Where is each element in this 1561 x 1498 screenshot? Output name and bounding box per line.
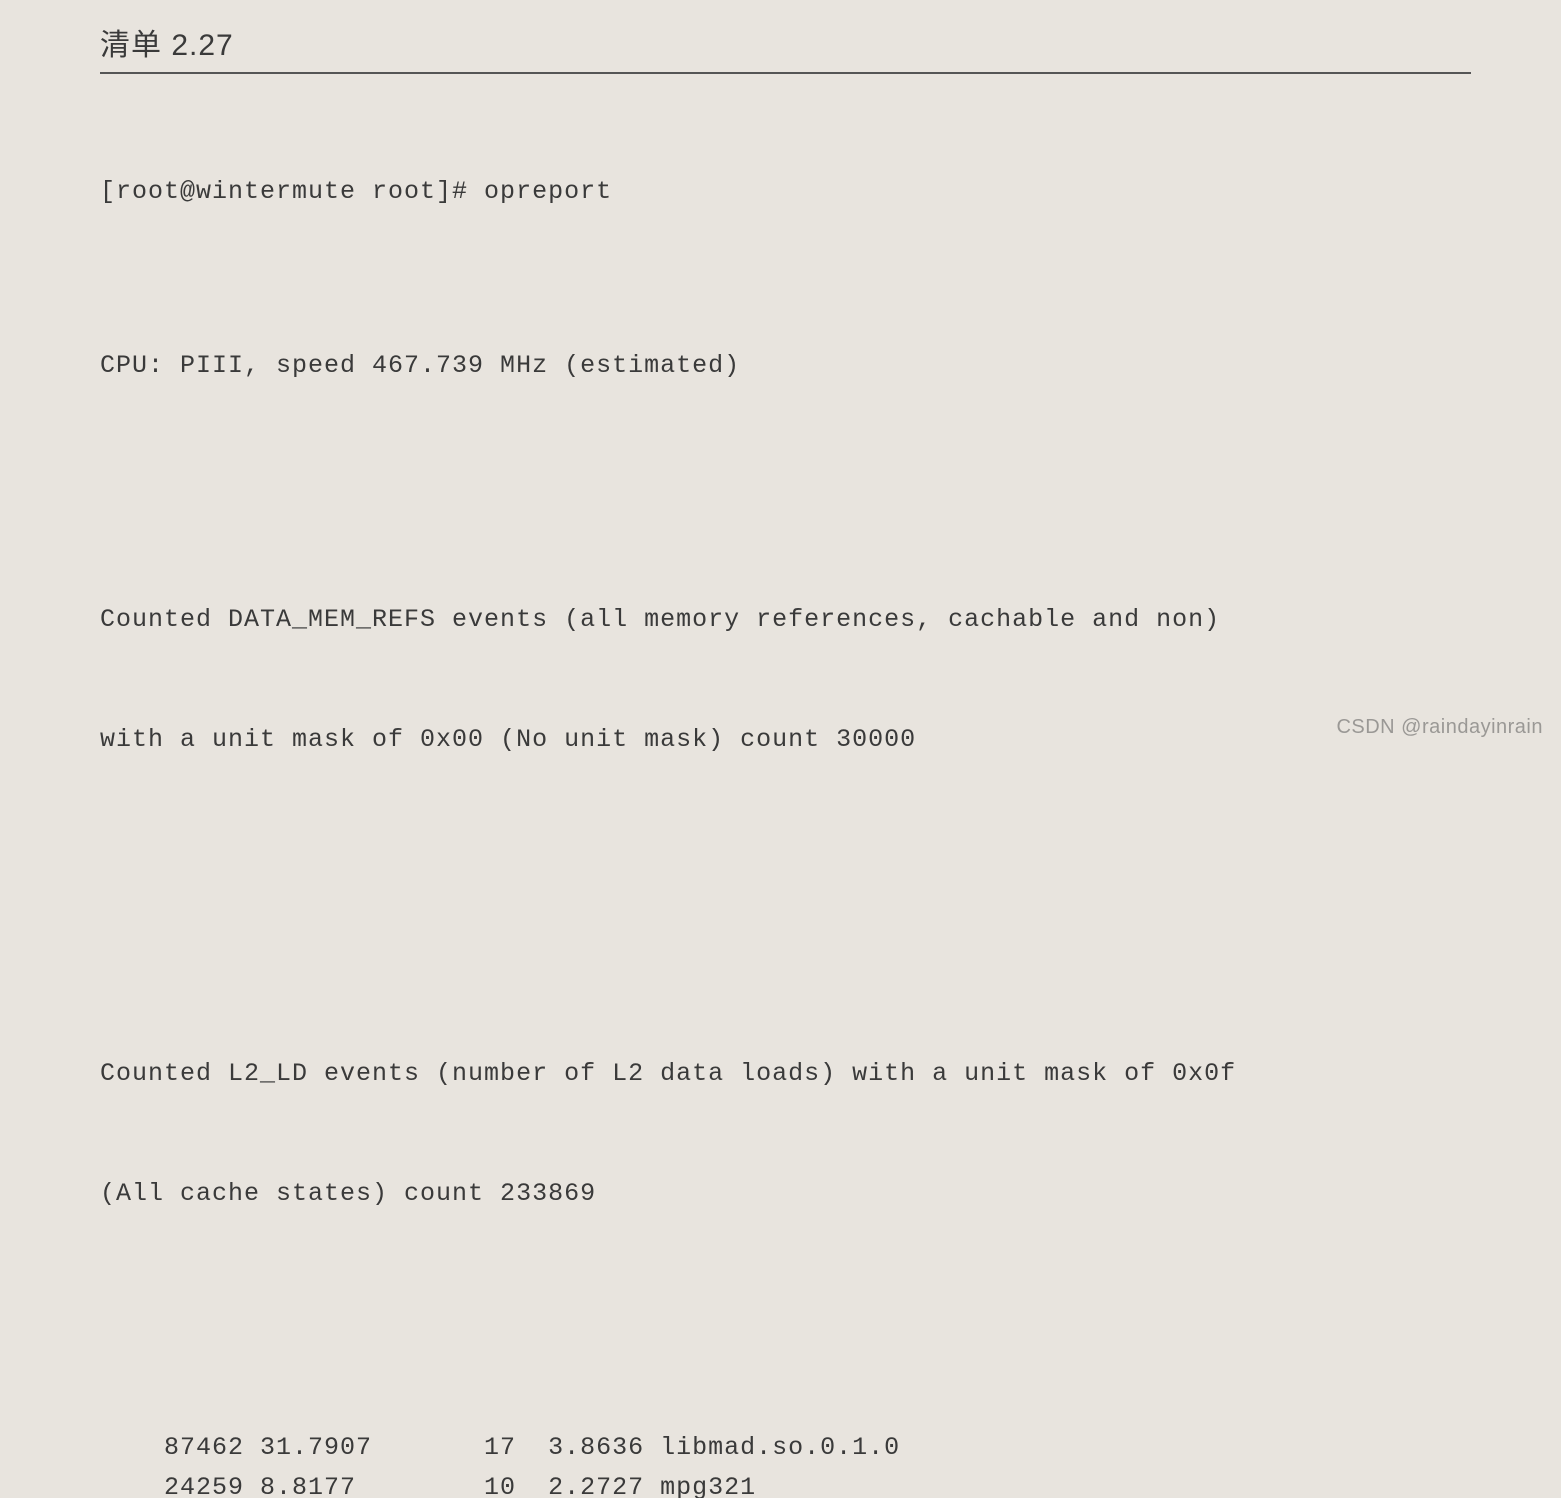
data-table: 87462 31.7907 17 3.8636 libmad.so.0.1.0 … [100, 1428, 1471, 1498]
document-page: 清单 2.27 [root@wintermute root]# opreport… [0, 0, 1561, 1498]
counted2-line2: (All cache states) count 233869 [100, 1174, 1471, 1214]
table-row: 87462 31.7907 17 3.8636 libmad.so.0.1.0 [100, 1428, 1471, 1468]
counted-block-2: Counted L2_LD events (number of L2 data … [100, 974, 1471, 1294]
counted1-line2: with a unit mask of 0x00 (No unit mask) … [100, 720, 1471, 760]
counted2-line1: Counted L2_LD events (number of L2 data … [100, 1054, 1471, 1094]
listing-title: 清单 2.27 [100, 20, 1471, 64]
prompt-line: [root@wintermute root]# opreport [100, 172, 1471, 212]
counted-block-1: Counted DATA_MEM_REFS events (all memory… [100, 520, 1471, 840]
terminal-output: [root@wintermute root]# opreport CPU: PI… [100, 92, 1471, 1498]
watermark-credit: CSDN @raindayinrain [1336, 716, 1543, 739]
counted1-line1: Counted DATA_MEM_REFS events (all memory… [100, 600, 1471, 640]
table-row: 24259 8.8177 10 2.2727 mpg321 [100, 1468, 1471, 1498]
cpu-line: CPU: PIII, speed 467.739 MHz (estimated) [100, 346, 1471, 386]
title-divider [100, 72, 1471, 74]
